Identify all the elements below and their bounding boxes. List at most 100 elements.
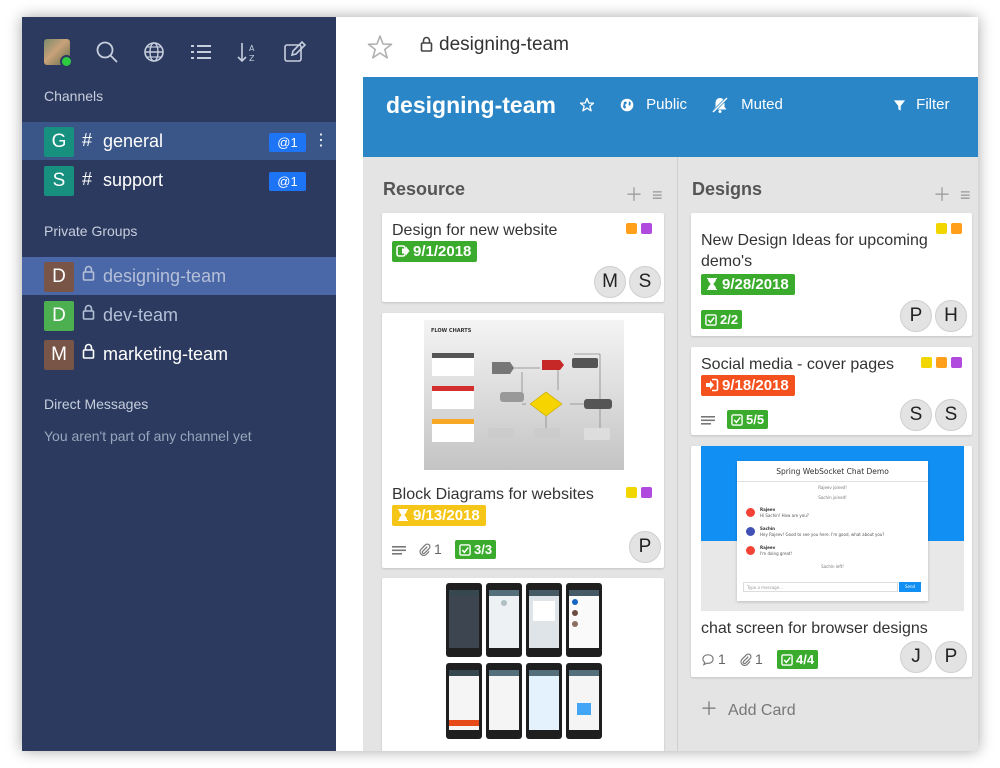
filter-button[interactable]: Filter [893,96,950,113]
member-avatar[interactable]: P [629,531,661,563]
app-window: AZ Channels G # general @1 ⋮ S # support… [22,17,978,751]
compose-icon[interactable] [282,39,308,65]
board-star-icon[interactable] [579,96,595,113]
board-title: designing-team [386,92,556,118]
search-icon[interactable] [94,39,120,65]
room-name: designing-team [103,266,227,286]
sidebar-item-dev-team[interactable]: D dev-team [22,296,336,334]
kebab-menu-icon[interactable]: ⋮ [313,131,329,151]
member-avatar[interactable]: P [900,300,932,332]
sidebar-toolbar: AZ [22,17,336,87]
label-orange [626,223,637,234]
member-avatar[interactable]: S [629,266,661,298]
sidebar-item-marketing-team[interactable]: M marketing-team [22,335,336,373]
globe-icon [620,98,634,112]
direct-messages-heading: Direct Messages [44,396,149,412]
hourglass-icon [398,509,408,521]
card[interactable]: FLOW CHARTS Block Diagrams for websites … [382,313,664,568]
room-avatar: D [44,262,74,292]
login-arrow-icon [706,378,719,392]
add-card-icon[interactable]: ＋ [625,185,643,205]
list-icon[interactable] [188,39,214,65]
label-purple [641,223,652,234]
card-labels [932,221,962,239]
main-area: designing-team designing-team Public Mut… [336,17,978,751]
card-title: Block Diagrams for websites [392,486,594,503]
globe-icon[interactable] [141,39,167,65]
mute-button[interactable]: Muted [711,96,783,114]
checklist-badge: 5/5 [727,410,769,429]
card[interactable]: Spring WebSocket Chat Demo Rajeev joined… [691,446,972,677]
sidebar: AZ Channels G # general @1 ⋮ S # support… [22,17,336,751]
hash-icon: # [82,169,93,189]
user-avatar[interactable] [44,39,73,68]
due-date-badge: 9/28/2018 [701,274,795,295]
list-tools: ＋ ≡ [933,181,971,207]
due-date-badge: 9/18/2018 [701,375,795,396]
checklist-badge: 3/3 [455,540,497,559]
plus-icon: ＋ [700,699,718,719]
comment-icon [702,654,714,666]
svg-text:A: A [249,44,255,53]
card-title: Design for new website [392,222,558,239]
visibility-button[interactable]: Public [620,96,687,113]
member-avatar[interactable]: S [900,399,932,431]
lock-icon [82,343,95,364]
sidebar-item-general[interactable]: G # general @1 ⋮ [22,122,336,160]
sort-alphabetical-icon[interactable]: AZ [235,39,261,65]
flowchart-heading: FLOW CHARTS [431,328,472,334]
list-tools: ＋ ≡ [625,181,663,207]
label-orange [936,357,947,368]
due-date-text: 9/18/2018 [722,377,789,394]
exit-icon [396,245,410,257]
list-menu-icon[interactable]: ≡ [652,185,663,205]
svg-text:Z: Z [249,54,255,63]
add-card-icon[interactable]: ＋ [933,185,951,205]
filter-icon [893,99,906,111]
sidebar-item-support[interactable]: S # support @1 [22,161,336,199]
chat-demo-cover-image: Spring WebSocket Chat Demo Rajeev joined… [701,446,964,611]
filter-label: Filter [916,96,950,113]
room-avatar: D [44,301,74,331]
list-title: Resource [383,179,466,199]
room-name: general [103,131,164,151]
mention-badge: @1 [269,133,306,152]
room-avatar: G [44,127,74,157]
member-avatar[interactable]: S [935,399,967,431]
card[interactable]: Social media - cover pages 9/18/2018 5/5… [691,347,972,435]
room-name: dev-team [103,305,179,325]
flowchart-cover-image: FLOW CHARTS [424,320,624,470]
card-title: New Design Ideas for upcoming demo's [701,232,928,270]
member-avatar[interactable]: J [900,641,932,673]
room-name: marketing-team [103,344,229,364]
description-icon [701,412,718,428]
label-orange [951,223,962,234]
board-header: designing-team Public Muted Filter [363,77,978,157]
label-purple [641,487,652,498]
list-menu-icon[interactable]: ≡ [960,185,971,205]
muted-bell-icon [711,96,729,114]
card-labels [622,221,652,239]
card[interactable]: New Design Ideas for upcoming demo's 9/2… [691,213,972,336]
description-icon [392,542,409,558]
card[interactable] [382,578,664,751]
mention-badge: @1 [269,172,306,191]
checklist-badge: 2/2 [701,310,743,329]
due-date-text: 9/13/2018 [413,507,480,524]
label-purple [951,357,962,368]
member-avatar[interactable]: M [594,266,626,298]
card[interactable]: Design for new website 9/1/2018 M S [382,213,664,302]
dm-empty-text: You aren't part of any channel yet [44,428,252,444]
add-card-button[interactable]: ＋ Add Card [700,695,796,721]
sidebar-item-designing-team[interactable]: D designing-team [22,257,336,295]
hash-icon: # [82,130,93,150]
due-date-badge: 9/13/2018 [392,505,486,526]
label-yellow [936,223,947,234]
list-divider [677,157,678,751]
member-avatar[interactable]: H [935,300,967,332]
checklist-badge: 4/4 [777,650,819,669]
favorite-star-icon[interactable] [366,33,394,61]
lock-icon [420,36,433,52]
private-groups-heading: Private Groups [44,223,138,239]
member-avatar[interactable]: P [935,641,967,673]
